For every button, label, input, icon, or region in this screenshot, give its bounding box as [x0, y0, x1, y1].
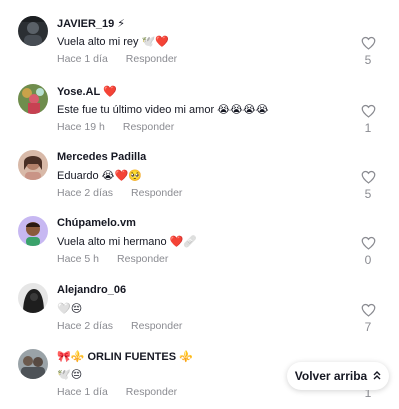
like-button[interactable]: 5 [360, 170, 376, 201]
like-count: 1 [364, 121, 372, 135]
comment-meta: Hace 2 días Responder [57, 187, 182, 199]
comment-username[interactable]: Alejandro_06 [57, 284, 129, 296]
reply-button[interactable]: Responder [117, 253, 168, 265]
avatar[interactable] [18, 283, 48, 313]
comment-text: Este fue tu último video mi amor 😭😭😭😭 [57, 104, 269, 116]
avatar[interactable] [18, 349, 48, 379]
comment-time: Hace 2 días [57, 320, 114, 332]
comment-item: Yose.AL ❤️ Este fue tu último video mi am… [0, 84, 399, 144]
reply-button[interactable]: Responder [126, 53, 177, 65]
comment-meta: Hace 1 día Responder [57, 386, 177, 398]
reply-button[interactable]: Responder [126, 386, 177, 398]
comment-time: Hace 5 h [57, 253, 100, 265]
comment-username[interactable]: JAVIER_19 ⚡ [57, 17, 125, 30]
chevron-double-up-icon [373, 370, 381, 382]
comment-time: Hace 1 día [57, 53, 108, 65]
reply-button[interactable]: Responder [131, 187, 182, 199]
like-count: 5 [364, 53, 372, 67]
like-button[interactable]: 7 [360, 303, 376, 334]
username-text[interactable]: Chúpamelo.vm [57, 217, 136, 229]
comment-meta: Hace 19 h Responder [57, 121, 174, 133]
heart-outline-icon [361, 303, 375, 317]
like-button[interactable]: 5 [360, 36, 376, 67]
avatar[interactable] [18, 216, 48, 246]
avatar[interactable] [18, 16, 48, 46]
comment-time: Hace 2 días [57, 187, 114, 199]
reply-button[interactable]: Responder [131, 320, 182, 332]
comment-username[interactable]: 🎀⚜️ ORLIN FUENTES ⚜️ [57, 350, 193, 363]
comment-item: Alejandro_06 🤍😔 Hace 2 días Responder 7 [0, 283, 399, 343]
username-badge: ⚜️ [179, 351, 193, 363]
comment-text: Vuela alto mi hermano ❤️🩹 [57, 236, 198, 248]
back-to-top-label: Volver arriba [294, 369, 368, 383]
heart-outline-icon [361, 236, 375, 250]
username-text[interactable]: Mercedes Padilla [57, 151, 146, 163]
comment-username[interactable]: Chúpamelo.vm [57, 217, 139, 229]
like-count: 7 [364, 320, 372, 334]
avatar[interactable] [18, 150, 48, 180]
comment-username[interactable]: Mercedes Padilla [57, 151, 149, 163]
username-text[interactable]: 🎀⚜️ ORLIN FUENTES [57, 351, 176, 363]
username-text[interactable]: Yose.AL [57, 86, 100, 98]
like-count: 5 [364, 187, 372, 201]
comment-meta: Hace 1 día Responder [57, 53, 177, 65]
comment-text: Eduardo 😭❤️🥺 [57, 170, 142, 182]
comment-time: Hace 19 h [57, 121, 105, 133]
username-badge: ❤️ [103, 86, 117, 98]
username-text[interactable]: Alejandro_06 [57, 284, 126, 296]
comment-time: Hace 1 día [57, 386, 108, 398]
like-count: 0 [364, 253, 372, 267]
comment-text: Vuela alto mi rey 🕊️❤️ [57, 36, 169, 48]
reply-button[interactable]: Responder [123, 121, 174, 133]
like-button[interactable]: 1 [360, 104, 376, 135]
comment-item: JAVIER_19 ⚡ Vuela alto mi rey 🕊️❤️ Hace 1… [0, 16, 399, 76]
back-to-top-button[interactable]: Volver arriba [287, 362, 389, 390]
comment-meta: Hace 2 días Responder [57, 320, 182, 332]
avatar[interactable] [18, 84, 48, 114]
comment-item: Chúpamelo.vm Vuela alto mi hermano ❤️🩹 H… [0, 216, 399, 276]
comment-item: Mercedes Padilla Eduardo 😭❤️🥺 Hace 2 día… [0, 150, 399, 210]
comment-meta: Hace 5 h Responder [57, 253, 168, 265]
comment-username[interactable]: Yose.AL ❤️ [57, 85, 117, 98]
comment-text: 🤍😔 [57, 303, 83, 315]
heart-outline-icon [361, 36, 375, 50]
heart-outline-icon [361, 170, 375, 184]
username-badge: ⚡ [117, 18, 126, 30]
username-text[interactable]: JAVIER_19 [57, 18, 114, 30]
heart-outline-icon [361, 104, 375, 118]
like-button[interactable]: 0 [360, 236, 376, 267]
comment-text: 🕊️😔 [57, 369, 83, 381]
